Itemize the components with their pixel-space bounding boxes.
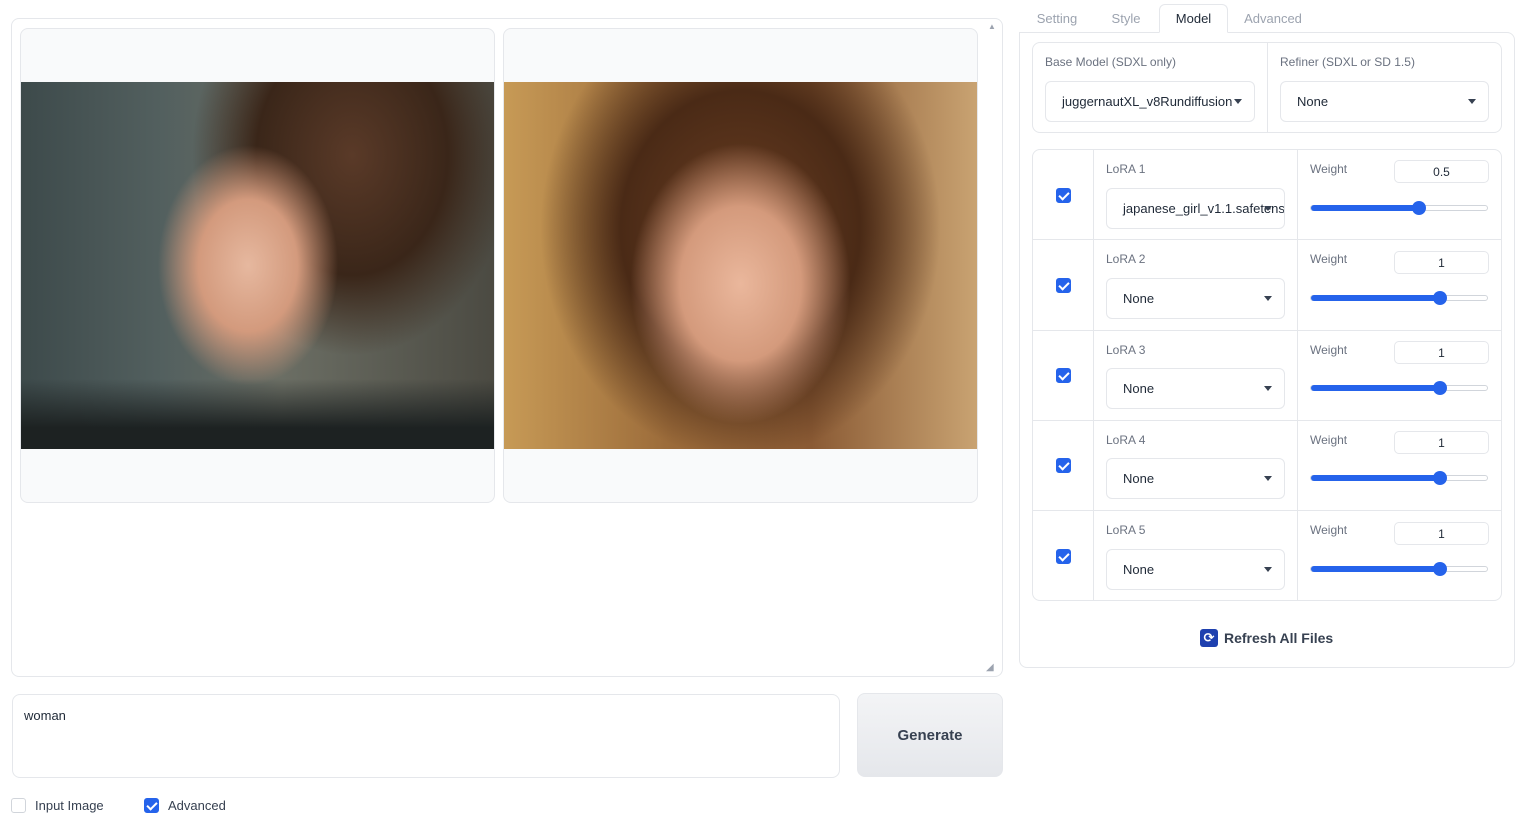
lora-4-weight-label: Weight	[1310, 433, 1348, 447]
chevron-down-icon	[1264, 476, 1272, 481]
lora-1-weight-label: Weight	[1310, 162, 1348, 176]
refiner-label: Refiner (SDXL or SD 1.5)	[1280, 55, 1415, 69]
lora-1-weight-input[interactable]: 0.5	[1394, 160, 1489, 183]
slider-handle[interactable]	[1433, 471, 1447, 485]
lora-4-weight-slider[interactable]	[1310, 471, 1488, 485]
lora-5-value: None	[1123, 562, 1155, 577]
slider-handle[interactable]	[1412, 201, 1426, 215]
lora-3-dropdown[interactable]: None	[1106, 368, 1285, 409]
lora-2-value: None	[1123, 291, 1155, 306]
lora-4-enable-checkbox[interactable]	[1056, 458, 1071, 473]
divider	[1093, 150, 1094, 600]
slider-handle[interactable]	[1433, 562, 1447, 576]
lora-5-label: LoRA 5	[1106, 523, 1146, 537]
lora-2-enable-checkbox[interactable]	[1056, 278, 1071, 293]
generate-button[interactable]: Generate	[857, 693, 1003, 777]
lora-3-weight-slider[interactable]	[1310, 381, 1488, 395]
image-gallery	[11, 18, 1003, 677]
divider	[1297, 150, 1298, 600]
lora-3-enable-checkbox[interactable]	[1056, 368, 1071, 383]
divider	[1033, 510, 1501, 511]
refresh-icon: ⟳	[1200, 629, 1218, 647]
chevron-down-icon	[1234, 99, 1242, 104]
lora-3-weight-label: Weight	[1310, 343, 1348, 357]
divider	[1267, 43, 1268, 132]
tab-advanced[interactable]: Advanced	[1234, 4, 1312, 33]
lora-4-dropdown[interactable]: None	[1106, 458, 1285, 499]
slider-handle[interactable]	[1433, 291, 1447, 305]
tab-setting[interactable]: Setting	[1024, 4, 1090, 33]
lora-1-weight-slider[interactable]	[1310, 201, 1488, 215]
base-model-value: juggernautXL_v8Rundiffusion	[1062, 94, 1233, 109]
chevron-down-icon	[1468, 99, 1476, 104]
lora-2-weight-slider[interactable]	[1310, 291, 1488, 305]
prompt-input[interactable]	[12, 694, 840, 778]
divider	[1033, 239, 1501, 240]
refiner-dropdown[interactable]: None	[1280, 81, 1489, 122]
lora-3-label: LoRA 3	[1106, 343, 1146, 357]
lora-5-enable-checkbox[interactable]	[1056, 549, 1071, 564]
refiner-value: None	[1297, 94, 1329, 109]
chevron-down-icon	[1264, 296, 1272, 301]
input-image-label: Input Image	[35, 798, 104, 813]
lora-5-weight-slider[interactable]	[1310, 562, 1488, 576]
base-model-dropdown[interactable]: juggernautXL_v8Rundiffusion	[1045, 81, 1255, 122]
tab-style[interactable]: Style	[1098, 4, 1154, 33]
lora-3-weight-input[interactable]: 1	[1394, 341, 1489, 364]
refresh-all-files-button[interactable]: ⟳ Refresh All Files	[1200, 626, 1340, 650]
gallery-image-1[interactable]	[20, 28, 495, 503]
lora-5-weight-label: Weight	[1310, 523, 1348, 537]
lora-1-dropdown[interactable]: japanese_girl_v1.1.safetensors	[1106, 188, 1285, 229]
scroll-up-icon[interactable]: ▲	[988, 22, 998, 32]
chevron-down-icon	[1264, 386, 1272, 391]
advanced-checkbox[interactable]	[144, 798, 159, 813]
lora-2-dropdown[interactable]: None	[1106, 278, 1285, 319]
lora-1-enable-checkbox[interactable]	[1056, 188, 1071, 203]
lora-2-label: LoRA 2	[1106, 252, 1146, 266]
lora-3-value: None	[1123, 381, 1155, 396]
base-model-label: Base Model (SDXL only)	[1045, 55, 1176, 69]
lora-1-label: LoRA 1	[1106, 162, 1146, 176]
resize-handle-icon[interactable]: ◢	[986, 662, 998, 674]
gallery-image-2[interactable]	[503, 28, 978, 503]
lora-4-weight-input[interactable]: 1	[1394, 431, 1489, 454]
chevron-down-icon	[1264, 206, 1272, 211]
input-image-checkbox[interactable]	[11, 798, 26, 813]
lora-5-dropdown[interactable]: None	[1106, 549, 1285, 590]
lora-4-value: None	[1123, 471, 1155, 486]
chevron-down-icon	[1264, 567, 1272, 572]
tab-model[interactable]: Model	[1159, 4, 1228, 33]
lora-2-weight-label: Weight	[1310, 252, 1348, 266]
lora-5-weight-input[interactable]: 1	[1394, 522, 1489, 545]
generated-image-1[interactable]	[21, 82, 494, 449]
divider	[1033, 330, 1501, 331]
lora-2-weight-input[interactable]: 1	[1394, 251, 1489, 274]
slider-handle[interactable]	[1433, 381, 1447, 395]
generated-image-2[interactable]	[504, 82, 977, 449]
advanced-label: Advanced	[168, 798, 226, 813]
divider	[1033, 420, 1501, 421]
lora-4-label: LoRA 4	[1106, 433, 1146, 447]
lora-1-value: japanese_girl_v1.1.safetensors	[1123, 201, 1285, 216]
refresh-label: Refresh All Files	[1224, 630, 1334, 646]
